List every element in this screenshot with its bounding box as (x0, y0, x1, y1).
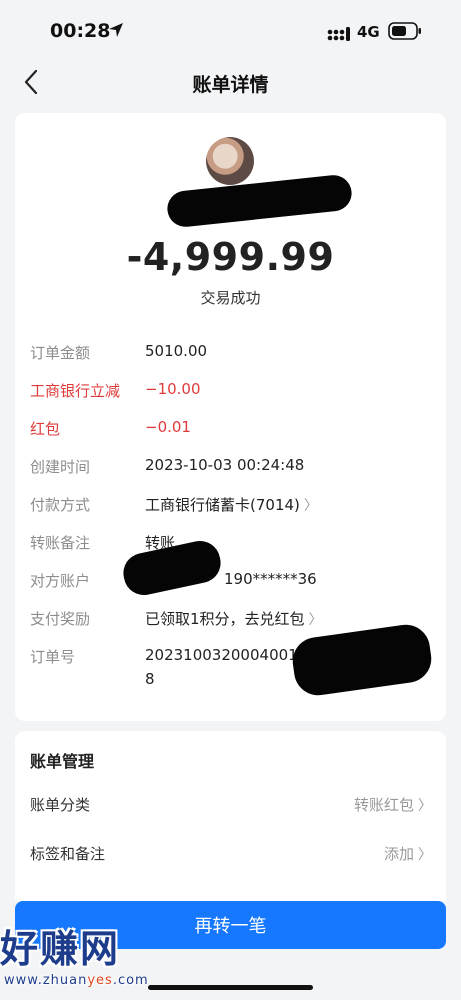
detail-value: 工商银行储蓄卡(7014) 〉 (145, 494, 318, 515)
chevron-right-icon: 〉 (303, 498, 318, 514)
chevron-right-icon: 〉 (418, 847, 432, 863)
detail-value: 5010.00 (145, 342, 208, 360)
detail-label: 付款方式 (30, 496, 91, 514)
detail-label: 红包 (30, 420, 61, 438)
detail-value: 2023-10-03 00:24:48 (145, 456, 305, 474)
detail-row-red-packet: 红包 −0.01 (30, 418, 436, 442)
nav-bar: 账单详情 (0, 62, 461, 102)
location-arrow-icon (108, 22, 124, 42)
detail-row-transfer-note: 转账备注 转账 (30, 532, 436, 556)
transaction-amount: -4,999.99 (126, 235, 335, 279)
row-label: 账单分类 (30, 796, 91, 814)
redacted-name (165, 173, 354, 229)
section-title: 账单管理 (30, 752, 95, 771)
row-label: 标签和备注 (30, 845, 106, 863)
detail-value: 190******36 (224, 570, 317, 588)
order-number-line1: 20231003200040011 (145, 646, 308, 664)
status-time: 00:28 (50, 20, 111, 42)
home-indicator (148, 985, 313, 990)
add-value: 添加 (383, 845, 414, 863)
bill-management-card: 账单管理 账单分类 转账红包〉 标签和备注 添加〉 (15, 731, 446, 901)
detail-row-bank-discount: 工商银行立减 −10.00 (30, 380, 436, 404)
payment-method-text: 工商银行储蓄卡(7014) (145, 496, 300, 514)
network-type-label: 4G (357, 23, 380, 41)
bill-category-row[interactable]: 账单分类 转账红包〉 (30, 794, 432, 818)
detail-label: 支付奖励 (30, 610, 91, 628)
transaction-status: 交易成功 (200, 289, 261, 307)
row-value: 转账红包〉 (354, 794, 432, 815)
signal-icon (327, 26, 353, 45)
detail-value: 已领取1积分，去兑红包〉 (145, 608, 323, 629)
avatar[interactable] (206, 137, 254, 185)
detail-row-created-time: 创建时间 2023-10-03 00:24:48 (30, 456, 436, 480)
detail-label: 对方账户 (30, 572, 91, 590)
detail-value: −0.01 (145, 418, 191, 436)
detail-label: 创建时间 (30, 458, 91, 476)
row-value: 添加〉 (384, 843, 432, 864)
tags-notes-row[interactable]: 标签和备注 添加〉 (30, 843, 432, 867)
reward-text: 已领取1积分，去兑红包 (145, 610, 305, 628)
detail-label: 订单金额 (30, 344, 91, 362)
url-prefix: www.zhuan (4, 973, 88, 988)
order-number-line2: 8 (145, 670, 155, 688)
url-suffix: .com (112, 973, 149, 988)
url-highlight: yes (87, 973, 113, 988)
detail-row-counterparty-account: 对方账户 190******36 (30, 570, 436, 594)
chevron-right-icon: 〉 (418, 798, 432, 814)
detail-label: 订单号 (30, 648, 76, 666)
site-watermark: 好赚网 www.zhuanyes.com (0, 918, 190, 988)
page-title: 账单详情 (192, 74, 269, 96)
watermark-text: 好赚网 (0, 927, 121, 971)
category-value: 转账红包 (353, 796, 414, 814)
detail-row-payment-method[interactable]: 付款方式 工商银行储蓄卡(7014) 〉 (30, 494, 436, 518)
battery-icon (388, 22, 422, 44)
detail-value: −10.00 (145, 380, 201, 398)
bill-detail-card: -4,999.99 交易成功 订单金额 5010.00 工商银行立减 −10.0… (15, 113, 446, 721)
detail-label: 转账备注 (30, 534, 91, 552)
chevron-right-icon: 〉 (308, 612, 323, 628)
status-bar: 00:28 4G (0, 0, 461, 62)
detail-row-order-amount: 订单金额 5010.00 (30, 342, 436, 366)
detail-label: 工商银行立减 (30, 382, 121, 400)
